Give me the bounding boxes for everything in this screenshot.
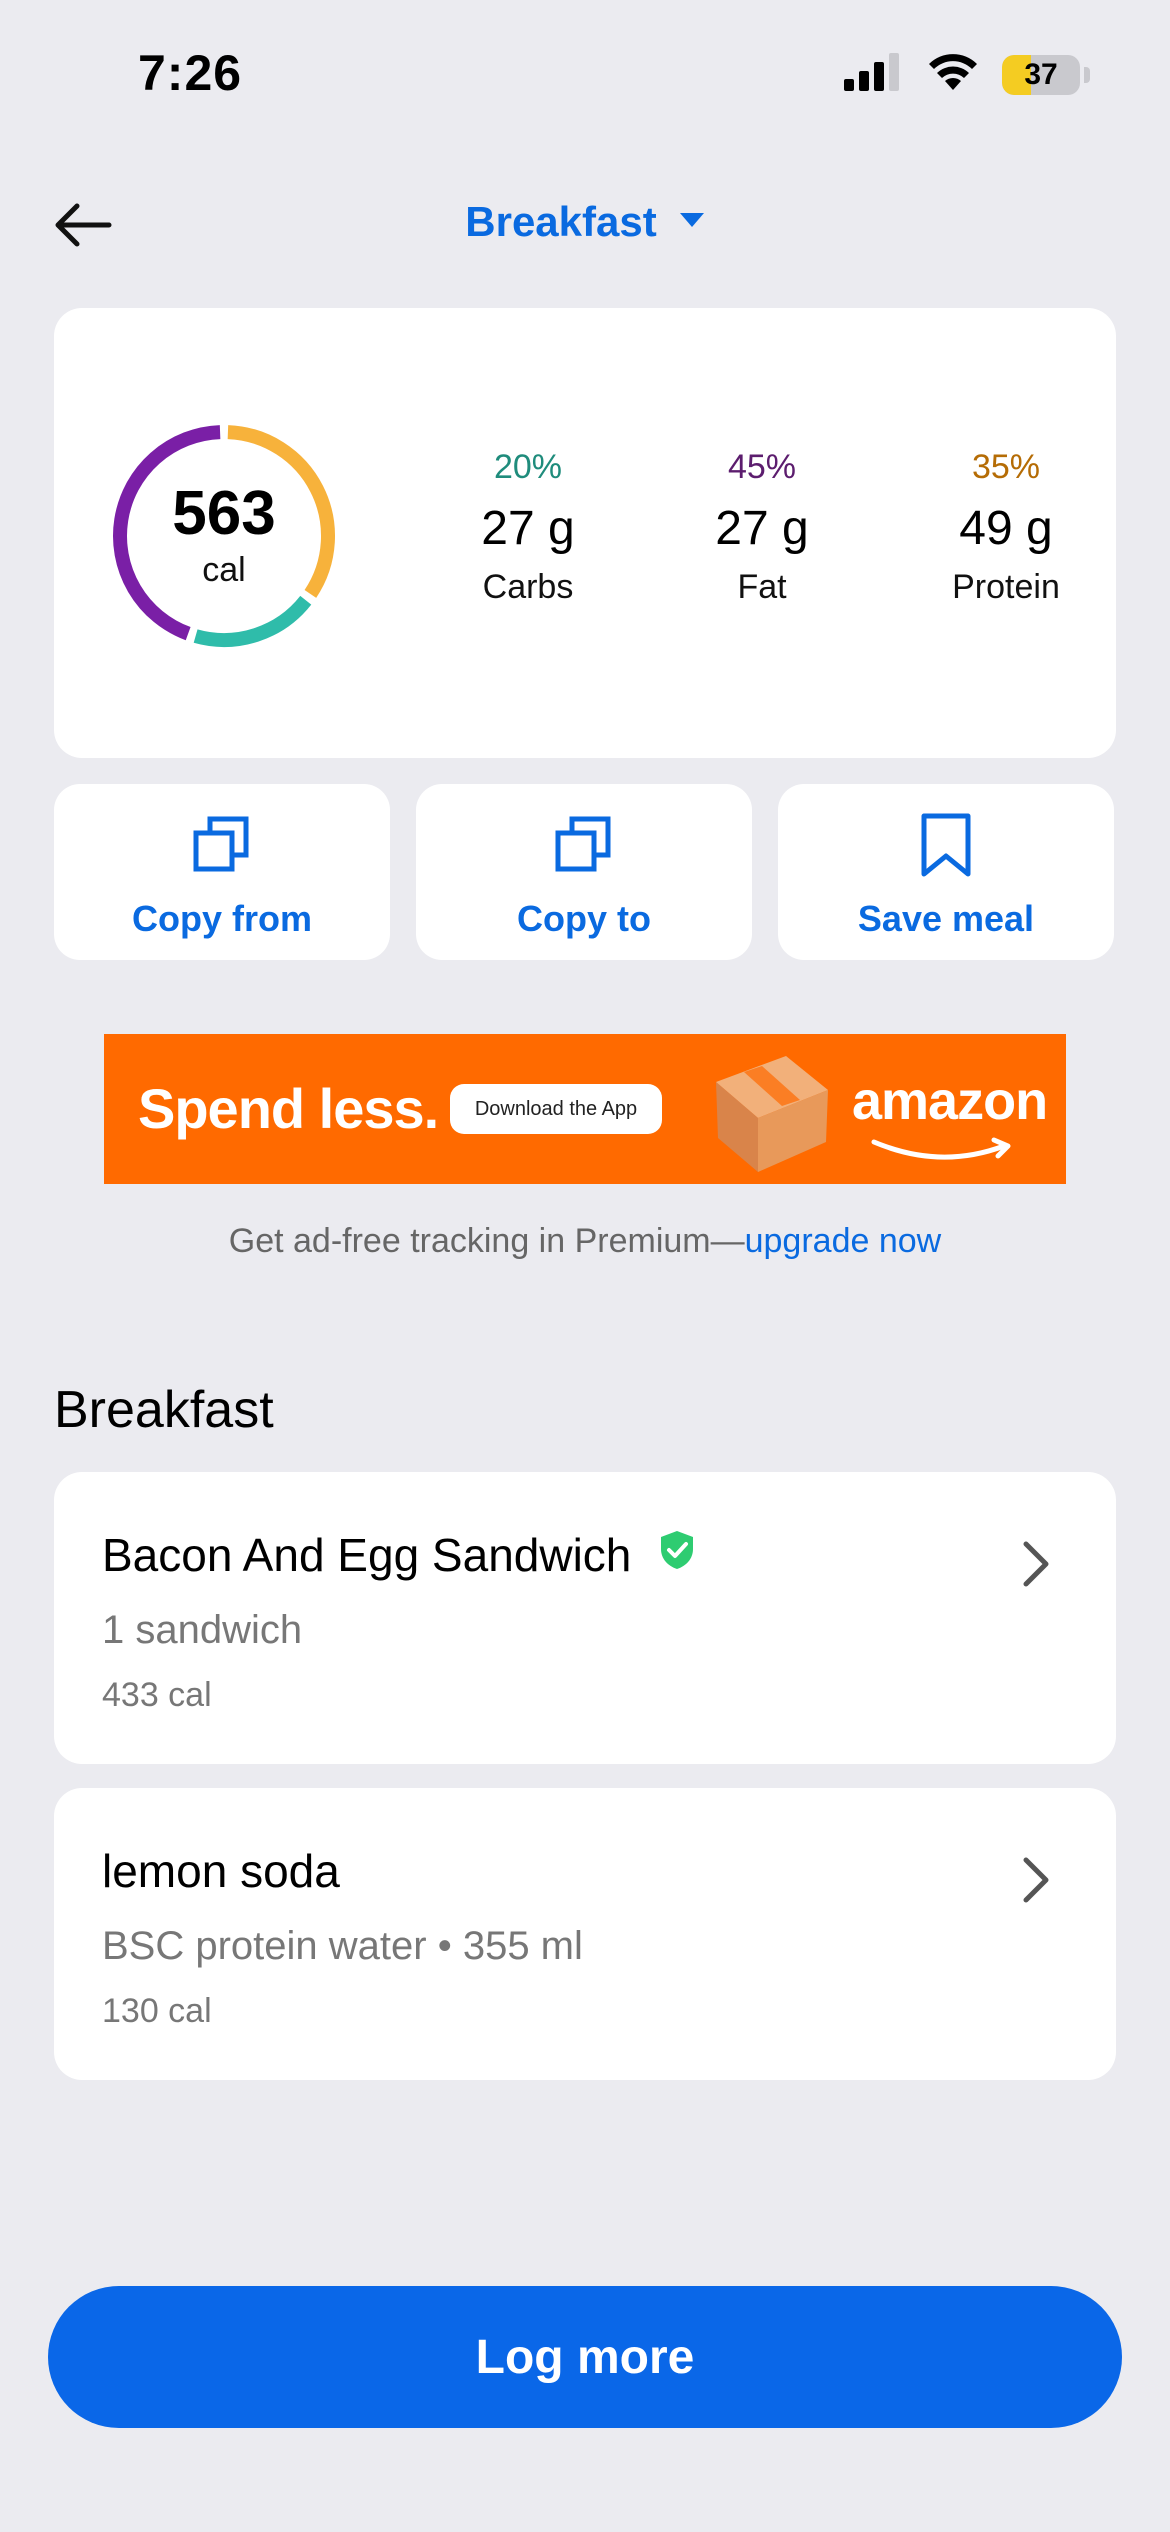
- food-name-row: lemon soda: [102, 1844, 340, 1898]
- log-more-label: Log more: [475, 2330, 695, 2384]
- arrow-left-icon: [53, 201, 113, 254]
- calorie-unit: cal: [202, 550, 246, 589]
- macro-name: Carbs: [482, 568, 574, 606]
- meal-selector-label: Breakfast: [465, 198, 657, 245]
- macro-grams: 27 g: [715, 502, 809, 555]
- caret-down-icon: [679, 212, 705, 233]
- nutrition-summary-card: 563 cal 20% 27 g Carbs 45% 27 g Fat 35% …: [54, 308, 1116, 758]
- verified-shield-icon: [659, 1528, 695, 1582]
- food-name: Bacon And Egg Sandwich: [102, 1529, 632, 1581]
- status-icons: 37: [844, 52, 1090, 97]
- copy-to-label: Copy to: [517, 898, 651, 939]
- ad-headline: Spend less.: [138, 1077, 439, 1140]
- header: Breakfast: [0, 180, 1170, 270]
- macro-carbs: 20% 27 g Carbs: [428, 448, 628, 607]
- copy-to-button[interactable]: Copy to: [416, 784, 752, 960]
- macro-grams: 27 g: [481, 502, 575, 555]
- log-more-button[interactable]: Log more: [48, 2286, 1122, 2428]
- copy-from-label: Copy from: [132, 898, 312, 939]
- premium-text: Get ad-free tracking in Premium—: [228, 1222, 745, 1260]
- macro-fat: 45% 27 g Fat: [662, 448, 862, 607]
- macro-percent: 35%: [971, 448, 1041, 486]
- food-name-row: Bacon And Egg Sandwich: [102, 1528, 695, 1582]
- status-time: 7:26: [138, 45, 243, 101]
- food-name: lemon soda: [102, 1845, 340, 1897]
- package-box-icon: [696, 1042, 846, 1178]
- food-list-item[interactable]: Bacon And Egg Sandwich 1 sandwich 433 ca…: [54, 1472, 1116, 1764]
- macro-percent: 45%: [727, 448, 797, 486]
- macro-name: Protein: [952, 568, 1060, 606]
- premium-upsell: Get ad-free tracking in Premium—upgrade …: [0, 1222, 1170, 1261]
- food-calories: 130 cal: [102, 1992, 212, 2030]
- copy-icon: [549, 810, 619, 880]
- calorie-value: 563: [172, 478, 276, 548]
- food-serving: 1 sandwich: [102, 1608, 303, 1652]
- macro-protein: 35% 49 g Protein: [906, 448, 1106, 607]
- food-calories: 433 cal: [102, 1676, 212, 1714]
- copy-from-button[interactable]: Copy from: [54, 784, 390, 960]
- ad-brand-logo: amazon: [852, 1071, 1048, 1131]
- macro-name: Fat: [737, 568, 787, 606]
- wifi-icon: [926, 52, 980, 97]
- bookmark-icon: [911, 810, 981, 880]
- save-meal-label: Save meal: [857, 898, 1035, 939]
- amazon-smile-icon: [870, 1136, 1020, 1166]
- macro-percent: 20%: [493, 448, 563, 486]
- macro-grams: 49 g: [959, 502, 1053, 555]
- battery-percent: 37: [1024, 57, 1058, 91]
- ad-download-button[interactable]: Download the App: [450, 1084, 662, 1134]
- cellular-signal-icon: [844, 53, 904, 96]
- ad-banner[interactable]: Spend less. Download the App amazon: [104, 1034, 1066, 1184]
- upgrade-now-link[interactable]: upgrade now: [745, 1222, 942, 1260]
- status-bar: 7:26 37: [0, 0, 1170, 150]
- back-button[interactable]: [48, 192, 118, 262]
- food-list-item[interactable]: lemon soda BSC protein water • 355 ml 13…: [54, 1788, 1116, 2080]
- section-title: Breakfast: [54, 1381, 274, 1439]
- save-meal-button[interactable]: Save meal: [778, 784, 1114, 960]
- meal-selector-dropdown[interactable]: Breakfast: [425, 198, 745, 246]
- battery-cap: [1084, 66, 1090, 83]
- battery-icon: 37: [1002, 54, 1080, 95]
- calorie-total: 563 cal: [106, 418, 342, 654]
- chevron-right-icon: [1016, 1534, 1056, 1594]
- food-serving: BSC protein water • 355 ml: [102, 1924, 583, 1968]
- chevron-right-icon: [1016, 1850, 1056, 1910]
- copy-icon: [187, 810, 257, 880]
